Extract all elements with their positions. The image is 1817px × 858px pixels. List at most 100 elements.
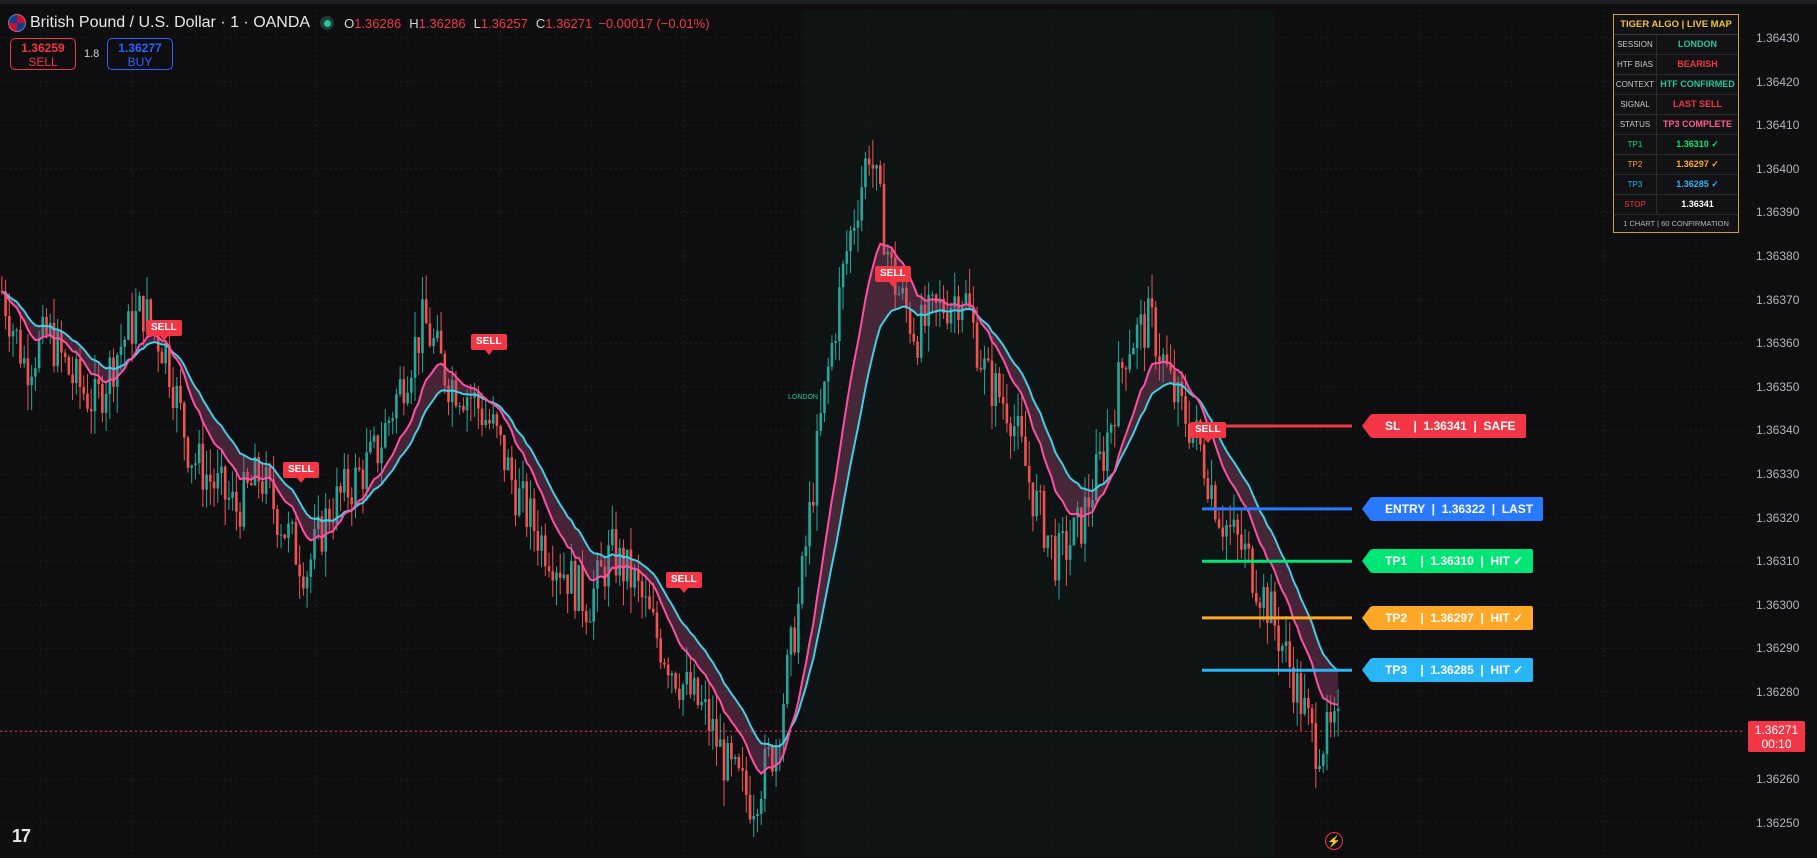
sell-signal-marker[interactable]: SELL — [146, 320, 182, 341]
candle-body — [1206, 478, 1210, 500]
candle-body — [190, 465, 193, 468]
level-label-tp2: TP2 | 1.36297 | HIT ✓ — [1362, 605, 1534, 630]
panel-row: TP3 1.36285 ✓ — [1614, 175, 1738, 195]
ohlc-close-value: 1.36271 — [545, 15, 593, 31]
candle-body — [1035, 490, 1038, 517]
candle-body — [26, 358, 30, 386]
candle-body — [261, 481, 264, 494]
panel-row: SESSION LONDON — [1614, 35, 1738, 55]
candle-body — [841, 263, 845, 288]
candle-body — [1262, 587, 1265, 608]
candle-body — [227, 497, 231, 500]
candle-body — [249, 482, 253, 486]
candle-body — [480, 408, 484, 426]
sell-button[interactable]: 1.36259 SELL — [10, 38, 76, 70]
candle-body — [722, 739, 726, 781]
sell-signal-marker[interactable]: SELL — [471, 334, 507, 355]
candle-body — [101, 384, 104, 413]
candle-body — [1232, 519, 1236, 527]
candle-body — [376, 435, 380, 464]
candle-body — [718, 739, 722, 747]
candle-body — [864, 158, 867, 188]
sell-signal-marker[interactable]: SELL — [1190, 422, 1226, 443]
candle-body — [86, 393, 89, 409]
ohlc-open-label: O — [344, 15, 355, 31]
candle-body — [201, 443, 205, 490]
candle-body — [294, 522, 298, 565]
level-arrow-icon — [1362, 549, 1371, 574]
candle-body — [462, 405, 465, 411]
candle-body — [220, 466, 223, 474]
candle-body — [1217, 519, 1221, 528]
panel-title: TIGER ALGO | LIVE MAP — [1614, 15, 1738, 35]
candle-body — [834, 341, 837, 343]
candle-body — [860, 187, 863, 221]
buy-button[interactable]: 1.36277 BUY — [107, 38, 173, 70]
panel-row-key: HTF BIAS — [1614, 55, 1657, 74]
tradingview-logo-icon[interactable]: 17 — [12, 826, 31, 847]
sell-label: SELL — [28, 55, 58, 69]
candle-body — [711, 719, 715, 731]
candle-body — [826, 366, 830, 382]
candle-body — [1065, 531, 1068, 560]
candle-body — [1184, 396, 1187, 424]
candle-body — [1161, 354, 1165, 362]
candle-body — [67, 356, 71, 375]
candle-body — [209, 474, 212, 482]
candle-body — [797, 603, 800, 653]
symbol-title[interactable]: British Pound / U.S. Dollar · 1 · OANDA — [30, 14, 310, 32]
candle-body — [11, 330, 15, 337]
lightning-icon[interactable]: ⚡ — [1325, 832, 1343, 850]
ohlc-close-label: C — [535, 15, 546, 31]
candle-body — [1139, 314, 1143, 325]
buy-price: 1.36277 — [118, 41, 162, 55]
price-change: −0.00017 (−0.01%) — [598, 15, 710, 31]
candle-body — [1295, 673, 1299, 703]
candle-body — [812, 501, 815, 506]
candle-body — [1154, 307, 1158, 357]
candle-body — [558, 572, 562, 578]
candle-body — [514, 479, 517, 516]
candle-body — [1303, 698, 1306, 714]
sell-price: 1.36259 — [21, 41, 65, 55]
sell-signal-marker[interactable]: SELL — [283, 462, 319, 483]
candle-body — [417, 337, 421, 354]
candle-body — [804, 546, 808, 557]
candle-body — [82, 387, 86, 394]
candle-body — [75, 358, 78, 384]
tiger-algo-panel: TIGER ALGO | LIVE MAP SESSION LONDON HTF B… — [1613, 14, 1739, 233]
candle-body — [1016, 415, 1020, 427]
candle-body — [127, 311, 130, 340]
candle-body — [931, 294, 934, 296]
candle-body — [588, 621, 592, 623]
candle-body — [808, 501, 811, 547]
candle-body — [748, 795, 752, 820]
price-axis-tick: 1.36280 — [1756, 685, 1800, 699]
level-text: TP1 | 1.36310 | HIT ✓ — [1385, 554, 1524, 569]
candle-body — [1214, 485, 1217, 520]
candle-body — [532, 498, 536, 532]
panel-row-value: TP3 COMPLETE — [1662, 119, 1732, 129]
candle-body — [745, 770, 748, 796]
spread-value: 1.8 — [84, 48, 100, 60]
sell-signal-marker[interactable]: SELL — [666, 572, 702, 593]
panel-row: TP2 1.36297 ✓ — [1614, 155, 1738, 175]
candle-body — [793, 627, 796, 653]
candle-body — [406, 392, 409, 404]
candle-body — [1057, 532, 1061, 581]
candle-body — [990, 360, 994, 407]
candle-body — [343, 468, 346, 493]
currency-flag-icon — [8, 14, 26, 32]
candle-body — [1299, 673, 1303, 714]
candle-body — [1158, 356, 1161, 362]
candle-body — [648, 596, 651, 609]
candle-body — [1225, 525, 1228, 537]
candle-body — [276, 509, 279, 535]
candle-body — [908, 308, 912, 334]
sell-signal-marker[interactable]: SELL — [875, 266, 911, 287]
candle-body — [424, 299, 428, 324]
candle-body — [205, 474, 208, 490]
price-chart[interactable] — [0, 0, 1817, 858]
candle-body — [465, 397, 469, 411]
candle-body — [123, 339, 126, 347]
